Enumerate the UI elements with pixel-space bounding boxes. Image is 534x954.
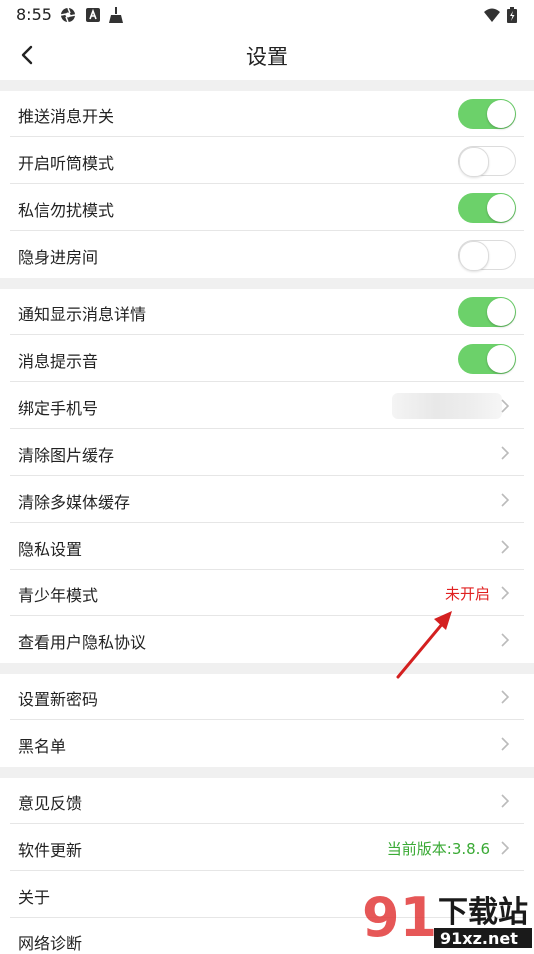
- toggle-knob: [487, 298, 515, 326]
- section-gap: [0, 80, 534, 91]
- chevron-right-icon: [501, 690, 510, 704]
- blurred-phone-number: [392, 393, 502, 419]
- broom-icon: [109, 7, 123, 23]
- chevron-right-icon: [501, 794, 510, 808]
- row-label: 推送消息开关: [18, 107, 115, 126]
- row-label: 软件更新: [18, 841, 83, 860]
- divider: [10, 183, 524, 184]
- divider: [10, 522, 524, 523]
- chevron-right-icon: [501, 399, 510, 413]
- row-bind-phone[interactable]: 绑定手机号: [0, 383, 534, 429]
- row-label: 关于: [18, 888, 51, 907]
- current-version: 当前版本:3.8.6: [386, 840, 490, 858]
- chevron-right-icon: [501, 841, 510, 855]
- section-gap: [0, 767, 534, 778]
- row-label: 通知显示消息详情: [18, 305, 147, 324]
- row-blacklist[interactable]: 黑名单: [0, 721, 534, 767]
- row-label: 黑名单: [18, 737, 67, 756]
- row-notification-details[interactable]: 通知显示消息详情: [0, 289, 534, 335]
- divider: [10, 428, 524, 429]
- earpiece-mode-toggle[interactable]: [458, 146, 516, 177]
- row-label: 开启听筒模式: [18, 154, 115, 173]
- row-label: 消息提示音: [18, 352, 99, 371]
- row-label: 查看用户隐私协议: [18, 633, 147, 652]
- chevron-right-icon: [501, 540, 510, 554]
- row-label: 私信勿扰模式: [18, 201, 115, 220]
- status-bar: 8:55: [0, 0, 534, 30]
- watermark-domain: 91xz.net: [440, 929, 518, 948]
- row-label: 清除图片缓存: [18, 446, 115, 465]
- row-label: 清除多媒体缓存: [18, 493, 131, 512]
- push-switch-toggle[interactable]: [458, 99, 516, 129]
- watermark-brand: 下载站: [438, 895, 528, 930]
- row-message-sound[interactable]: 消息提示音: [0, 336, 534, 382]
- divider: [10, 381, 524, 382]
- annotation-arrow: [396, 611, 452, 679]
- row-earpiece-mode[interactable]: 开启听筒模式: [0, 138, 534, 184]
- chevron-right-icon: [501, 633, 510, 647]
- row-label: 设置新密码: [18, 690, 99, 709]
- row-software-update[interactable]: 软件更新 当前版本:3.8.6: [0, 825, 534, 871]
- divider: [10, 823, 524, 824]
- page-title: 设置: [246, 45, 288, 69]
- toggle-knob: [459, 147, 489, 177]
- divider: [10, 334, 524, 335]
- row-privacy-settings[interactable]: 隐私设置: [0, 524, 534, 570]
- row-push-switch[interactable]: 推送消息开关: [0, 91, 534, 137]
- divider: [10, 136, 524, 137]
- row-label: 意见反馈: [18, 794, 83, 813]
- row-label: 隐身进房间: [18, 248, 99, 267]
- row-clear-media-cache[interactable]: 清除多媒体缓存: [0, 477, 534, 523]
- wifi-icon: [484, 8, 500, 22]
- row-dm-dnd[interactable]: 私信勿扰模式: [0, 185, 534, 231]
- section-gap: [0, 278, 534, 289]
- row-label: 隐私设置: [18, 540, 83, 559]
- message-sound-toggle[interactable]: [458, 344, 516, 374]
- divider: [10, 475, 524, 476]
- chevron-right-icon: [501, 493, 510, 507]
- aperture-icon: [60, 7, 76, 23]
- invisible-enter-toggle[interactable]: [458, 240, 516, 271]
- battery-icon: [507, 7, 517, 23]
- row-label: 网络诊断: [18, 934, 83, 953]
- watermark-logo: 91 下载站 91xz.net: [362, 888, 532, 949]
- divider: [10, 230, 524, 231]
- row-invisible-enter[interactable]: 隐身进房间: [0, 232, 534, 278]
- row-label: 绑定手机号: [18, 399, 99, 418]
- row-clear-image-cache[interactable]: 清除图片缓存: [0, 430, 534, 476]
- chevron-right-icon: [501, 737, 510, 751]
- status-time: 8:55: [16, 5, 52, 24]
- svg-text:91: 91: [362, 888, 437, 949]
- chevron-right-icon: [501, 446, 510, 460]
- divider: [10, 870, 524, 871]
- toggle-knob: [487, 345, 515, 373]
- chevron-right-icon: [501, 586, 510, 600]
- divider: [10, 719, 524, 720]
- toggle-knob: [487, 194, 515, 222]
- title-bar: 设置: [0, 30, 534, 80]
- teen-mode-status: 未开启: [444, 585, 490, 603]
- toggle-knob: [459, 241, 489, 271]
- notification-details-toggle[interactable]: [458, 297, 516, 327]
- toggle-knob: [487, 100, 515, 128]
- row-feedback[interactable]: 意见反馈: [0, 778, 534, 824]
- row-label: 青少年模式: [18, 586, 99, 605]
- app-a-icon: [86, 8, 100, 22]
- dm-dnd-toggle[interactable]: [458, 193, 516, 223]
